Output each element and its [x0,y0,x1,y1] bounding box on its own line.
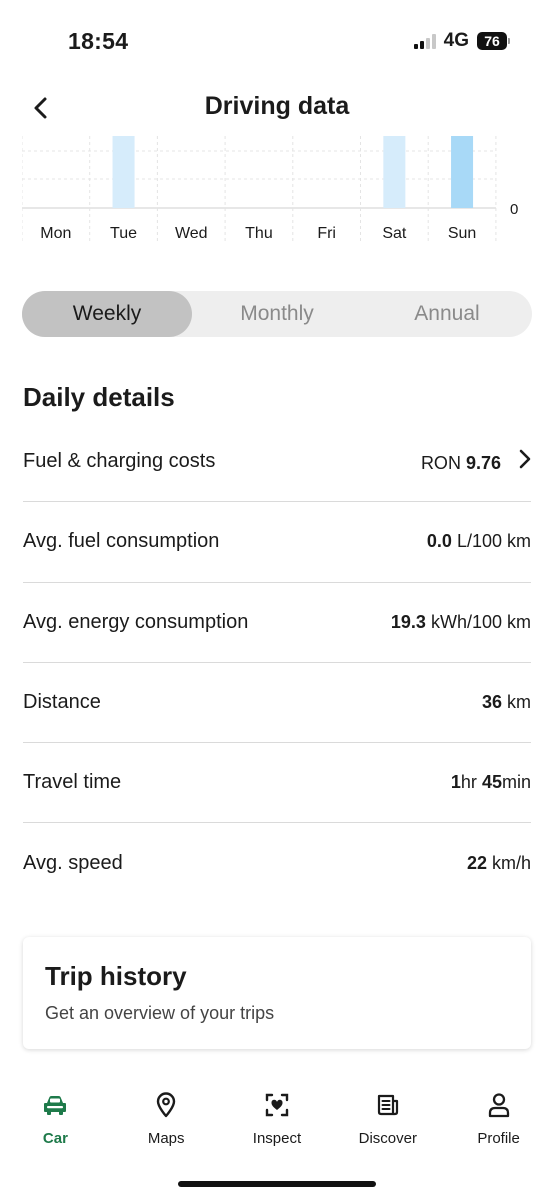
tab-car[interactable]: Car [0,1090,111,1160]
inspect-heart-icon [264,1090,290,1120]
chart-tick-label: Tue [110,225,137,242]
tab-maps-label: Maps [147,1130,185,1147]
home-indicator [178,1181,376,1187]
trip-history-title: Trip history [45,961,187,991]
distance-row: Distance 36 km [23,663,531,744]
map-pin-icon [155,1090,177,1120]
travel-time-minutes: 45 [481,772,502,793]
page-title: Driving data [204,92,350,120]
bottom-tab-bar: Car Maps Inspect Discover Profile [0,1090,554,1160]
avg-fuel-label: Avg. fuel consumption [23,530,220,553]
chevron-right-icon [519,449,531,469]
tab-discover-label: Discover [358,1130,417,1147]
chart-tick-label: Wed [175,225,208,242]
chart-tick-label: Sat [382,225,407,242]
chart-tick-label: Mon [40,225,71,242]
travel-time-hours-unit: hr [460,772,477,793]
nav-header: Driving data [0,80,554,136]
avg-speed-label: Avg. speed [23,852,123,875]
chart-bar-sun [451,136,474,208]
distance-value: 36 km [482,692,531,713]
fuel-costs-row[interactable]: Fuel & charging costs RON 9.76 [23,422,531,503]
travel-time-row: Travel time 1 hr 45 min [23,743,531,824]
tab-weekly[interactable]: Weekly [22,291,192,337]
tab-monthly[interactable]: Monthly [192,291,362,337]
period-segmented-control: Weekly Monthly Annual [22,291,532,337]
trip-history-subtitle: Get an overview of your trips [45,1003,275,1023]
tab-profile-label: Profile [477,1130,520,1147]
fuel-costs-label: Fuel & charging costs [23,450,216,473]
fuel-costs-amount: 9.76 [465,453,501,474]
chart-y-tick-label: 0 [510,201,518,218]
battery-icon: 76 [477,32,510,50]
chart-bar-sat [383,136,406,208]
chart-tick-label: Sun [448,225,476,242]
chart-canvas: Mon Tue Wed Thu Fri Sat Sun 0 [22,136,518,244]
daily-details-list: Fuel & charging costs RON 9.76 Avg. fuel… [23,422,531,904]
tab-car-label: Car [42,1130,68,1147]
profile-icon [487,1090,511,1120]
trip-history-card[interactable]: Trip history Get an overview of your tri… [23,937,531,1049]
daily-details-title: Daily details [23,382,175,412]
avg-energy-value: 19.3 kWh/100 km [391,612,531,633]
travel-time-minutes-unit: min [501,772,531,793]
status-time: 18:54 [68,28,129,54]
chart-tick-label: Thu [245,225,273,242]
newspaper-icon [376,1090,400,1120]
distance-unit: km [507,692,531,713]
travel-time-value: 1 hr 45 min [451,772,531,793]
travel-time-hours: 1 [450,772,461,793]
fuel-costs-value: RON 9.76 [421,449,531,474]
avg-fuel-row: Avg. fuel consumption 0.0 L/100 km [23,502,531,583]
avg-energy-label: Avg. energy consumption [23,610,249,633]
battery-level: 76 [477,32,507,50]
avg-speed-row: Avg. speed 22 km/h [23,823,531,903]
weekly-driving-chart: Mon Tue Wed Thu Fri Sat Sun 0 [22,136,542,248]
chart-tick-label: Fri [317,225,336,242]
status-indicators: 4G 76 [413,30,510,52]
travel-time-label: Travel time [23,771,122,794]
status-bar: 18:54 4G 76 [0,0,554,80]
avg-fuel-value: 0.0 L/100 km [427,531,531,552]
avg-energy-amount: 19.3 [390,611,426,632]
fuel-costs-unit: RON [420,453,461,474]
avg-energy-row: Avg. energy consumption 19.3 kWh/100 km [23,583,531,663]
avg-speed-amount: 22 [466,853,487,874]
chart-bar-tue [112,136,135,208]
tab-profile[interactable]: Profile [443,1090,554,1160]
avg-fuel-unit: L/100 km [456,531,531,552]
distance-label: Distance [23,691,101,714]
avg-speed-unit: km/h [491,853,531,874]
avg-speed-value: 22 km/h [467,853,531,874]
avg-fuel-amount: 0.0 [426,531,452,552]
tab-inspect[interactable]: Inspect [222,1090,333,1160]
distance-amount: 36 [481,692,502,713]
signal-icon [413,33,436,49]
tab-inspect-label: Inspect [252,1130,302,1147]
tab-discover[interactable]: Discover [332,1090,443,1160]
tab-annual[interactable]: Annual [362,291,532,337]
car-icon [42,1090,68,1120]
tab-maps[interactable]: Maps [111,1090,222,1160]
network-type: 4G [443,30,469,51]
avg-energy-unit: kWh/100 km [430,611,531,632]
